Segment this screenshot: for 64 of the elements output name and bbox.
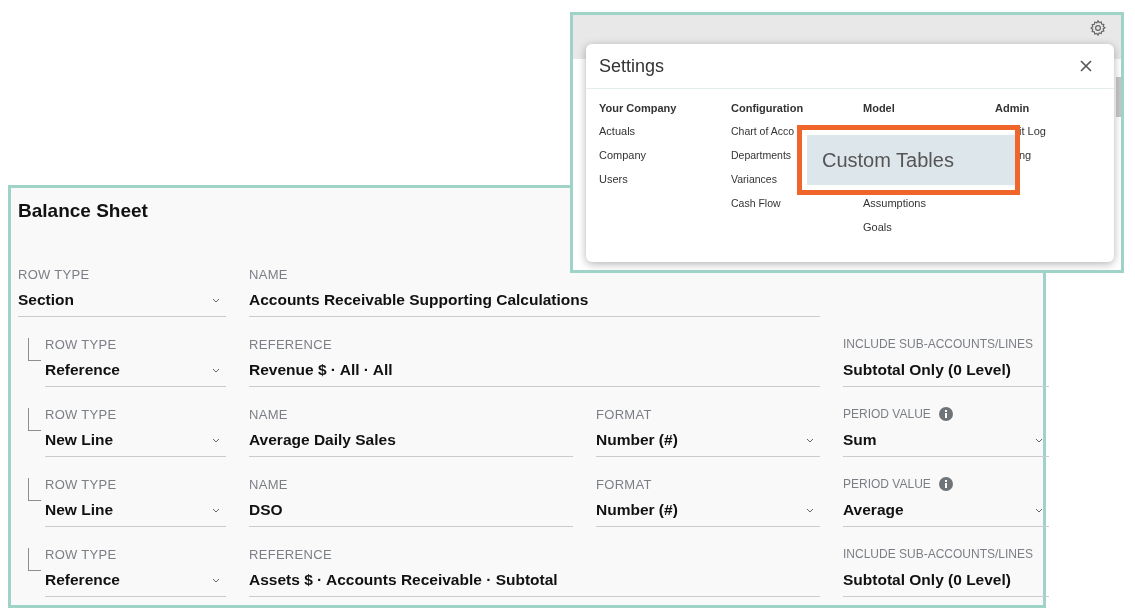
scrollbar-thumb[interactable] xyxy=(1116,77,1121,117)
text-field[interactable]: Subtotal Only (0 Level) xyxy=(843,354,1049,387)
text-field[interactable]: Assets $ · Accounts Receivable · Subtotal xyxy=(249,564,820,597)
menu-heading: Configuration xyxy=(731,102,805,116)
close-icon[interactable] xyxy=(1080,60,1092,72)
dropdown[interactable]: Sum xyxy=(843,424,1049,457)
field-label: NAME xyxy=(249,266,288,282)
menu-link[interactable]: Departments xyxy=(731,148,792,162)
field-label: REFERENCE xyxy=(249,336,332,352)
menu-link[interactable]: Custom Tables xyxy=(807,135,1015,185)
field-label: REFERENCE xyxy=(249,546,332,562)
dropdown[interactable]: Reference xyxy=(45,354,226,387)
dialog-title: Settings xyxy=(599,55,665,77)
text-field[interactable]: Accounts Receivable Supporting Calculations xyxy=(249,284,820,317)
dropdown[interactable]: Section xyxy=(18,284,226,317)
page-title: Balance Sheet xyxy=(18,200,148,223)
text-field[interactable]: DSO xyxy=(249,494,573,527)
caret-icon xyxy=(1035,507,1043,513)
field-label: INCLUDE SUB-ACCOUNTS/LINES xyxy=(843,337,1034,351)
caret-icon xyxy=(1035,437,1043,443)
field-label: ROW TYPE xyxy=(45,336,117,352)
field-label: ROW TYPE xyxy=(45,406,117,422)
field-label: ROW TYPE xyxy=(45,476,117,492)
dropdown[interactable]: New Line xyxy=(45,494,226,527)
caret-icon xyxy=(212,577,220,583)
dropdown[interactable]: Number (#) xyxy=(596,494,820,527)
field-label: PERIOD VALUE xyxy=(843,407,931,421)
dropdown[interactable]: Reference xyxy=(45,564,226,597)
info-icon[interactable] xyxy=(938,407,953,421)
caret-icon xyxy=(806,437,814,443)
field-label: FORMAT xyxy=(596,476,652,492)
menu-heading: Your Company xyxy=(599,102,678,116)
info-icon[interactable] xyxy=(938,477,953,491)
menu-heading: Model xyxy=(863,102,896,116)
settings-icon[interactable] xyxy=(1089,19,1107,37)
dropdown[interactable]: New Line xyxy=(45,424,226,457)
menu-link[interactable]: Users xyxy=(599,172,628,186)
text-field[interactable]: Subtotal Only (0 Level) xyxy=(843,564,1049,597)
menu-link[interactable]: Chart of Acco xyxy=(731,124,795,138)
menu-link[interactable]: Actuals xyxy=(599,124,636,138)
menu-heading: Admin xyxy=(995,102,1031,116)
caret-icon xyxy=(212,437,220,443)
menu-link[interactable]: Company xyxy=(599,148,647,162)
menu-link[interactable]: Cash Flow xyxy=(731,196,781,210)
field-label: PERIOD VALUE xyxy=(843,477,931,491)
menu-link[interactable]: Variances xyxy=(731,172,777,186)
caret-icon xyxy=(212,507,220,513)
dropdown[interactable]: Number (#) xyxy=(596,424,820,457)
field-label: FORMAT xyxy=(596,406,652,422)
menu-link[interactable]: Goals xyxy=(863,220,892,234)
field-label: NAME xyxy=(249,406,288,422)
field-label: ROW TYPE xyxy=(18,266,90,282)
caret-icon xyxy=(806,507,814,513)
field-label: INCLUDE SUB-ACCOUNTS/LINES xyxy=(843,547,1034,561)
text-field[interactable]: Average Daily Sales xyxy=(249,424,573,457)
menu-link[interactable]: ng xyxy=(1019,148,1032,162)
field-label: ROW TYPE xyxy=(45,546,117,562)
field-label: NAME xyxy=(249,476,288,492)
dropdown[interactable]: Average xyxy=(843,494,1049,527)
menu-link[interactable]: it Log xyxy=(1019,124,1046,138)
caret-icon xyxy=(212,297,220,303)
caret-icon xyxy=(212,367,220,373)
text-field[interactable]: Revenue $ · All · All xyxy=(249,354,820,387)
menu-link[interactable]: Assumptions xyxy=(863,196,926,210)
